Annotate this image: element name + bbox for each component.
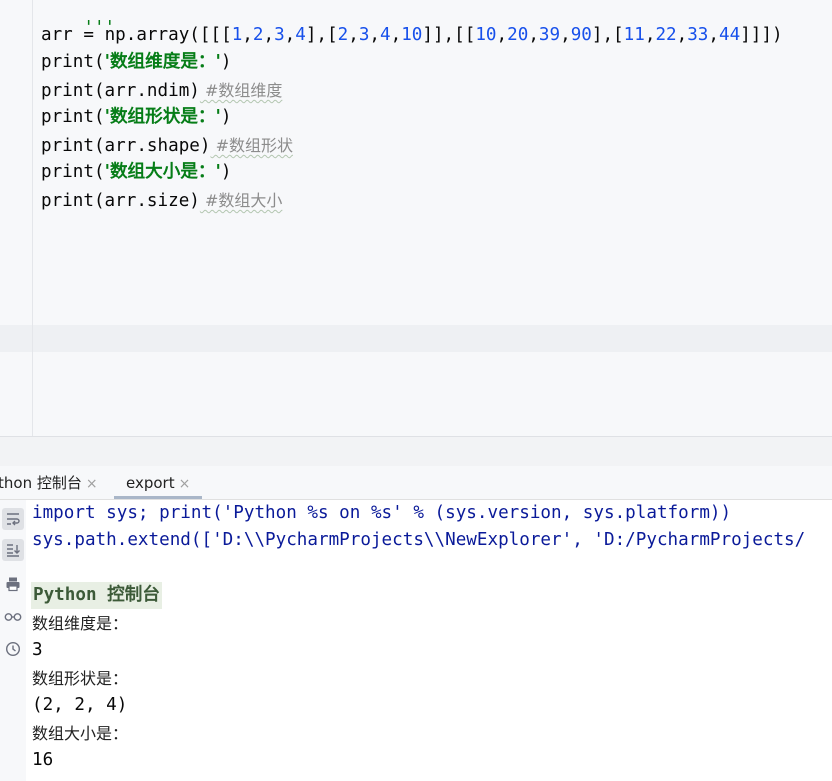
print-call: print( bbox=[41, 52, 105, 72]
code-line-1[interactable]: arr = np.array([[[1,2,3,4],[2,3,4,10]],[… bbox=[41, 22, 783, 49]
print-call: print( bbox=[41, 107, 105, 127]
console-banner: Python 控制台 bbox=[31, 582, 162, 609]
console-output-line: 3 bbox=[32, 640, 43, 660]
print-call: print(arr.size) bbox=[41, 191, 200, 211]
comment: #数组维度 bbox=[199, 81, 283, 100]
number: 90 bbox=[570, 25, 592, 45]
number: 33 bbox=[687, 25, 709, 45]
console-toolbar bbox=[0, 500, 26, 781]
bracket: [[[ bbox=[199, 25, 232, 45]
string-literal: '数组维度是：' bbox=[104, 52, 221, 72]
soft-wrap-icon[interactable] bbox=[2, 508, 24, 530]
scroll-to-end-icon[interactable] bbox=[2, 539, 24, 561]
console-command-line: import sys; print('Python %s on %s' % (s… bbox=[32, 503, 732, 523]
print-call: print(arr.shape) bbox=[41, 136, 211, 156]
number: 3 bbox=[274, 25, 285, 45]
number: 22 bbox=[655, 25, 677, 45]
code-line-3[interactable]: print(arr.ndim) #数组维度 bbox=[41, 77, 282, 104]
code-line-docstring[interactable]: ''' bbox=[41, 0, 115, 38]
comment: #数组形状 bbox=[210, 136, 293, 155]
print-call: print(arr.ndim) bbox=[41, 81, 200, 101]
code-line-4[interactable]: print('数组形状是：') bbox=[41, 104, 232, 131]
number: 2 bbox=[337, 25, 349, 45]
var-arr: arr bbox=[41, 25, 73, 45]
bracket: ]],[[ bbox=[422, 25, 476, 45]
number: 4 bbox=[295, 25, 306, 45]
console-output-line: 数组维度是： bbox=[32, 614, 129, 633]
number: 1 bbox=[231, 25, 243, 45]
bracket: ],[ bbox=[591, 25, 624, 45]
console-output-line: 数组大小是： bbox=[32, 724, 129, 743]
comma: , bbox=[644, 25, 656, 45]
comma: , bbox=[242, 25, 253, 45]
comma: , bbox=[284, 25, 296, 45]
tab-label: export bbox=[126, 474, 175, 492]
glasses-icon[interactable] bbox=[2, 605, 24, 627]
console-output-line: 16 bbox=[32, 750, 54, 770]
close-icon[interactable]: × bbox=[179, 476, 191, 492]
number: 20 bbox=[507, 25, 529, 45]
console-output-line: (2, 2, 4) bbox=[32, 695, 128, 715]
console-command-line: sys.path.extend(['D:\\PycharmProjects\\N… bbox=[32, 530, 806, 550]
panel-splitter[interactable] bbox=[0, 436, 832, 467]
assign-op: = bbox=[72, 25, 105, 45]
print-icon[interactable] bbox=[2, 573, 24, 595]
comma: , bbox=[390, 25, 402, 45]
comma: , bbox=[708, 25, 719, 45]
print-call: print( bbox=[41, 162, 105, 182]
string-literal: '数组大小是：' bbox=[104, 162, 221, 182]
console-output-line: 数组形状是： bbox=[32, 669, 129, 688]
number: 2 bbox=[252, 25, 264, 45]
code-line-2[interactable]: print('数组维度是：') bbox=[41, 49, 232, 76]
code-line-6[interactable]: print('数组大小是：') bbox=[41, 159, 232, 186]
history-icon[interactable] bbox=[2, 638, 24, 660]
number: 4 bbox=[380, 25, 391, 45]
comma: , bbox=[263, 25, 275, 45]
comma: , bbox=[348, 25, 359, 45]
number: 39 bbox=[538, 25, 561, 45]
comment: #数组大小 bbox=[199, 191, 283, 210]
bracket: ]]]) bbox=[740, 25, 783, 45]
number: 10 bbox=[475, 25, 497, 45]
tab-python-console[interactable]: thon 控制台 × bbox=[0, 466, 98, 499]
number: 11 bbox=[623, 25, 645, 45]
tab-label: thon 控制台 bbox=[0, 474, 82, 492]
code-line-7[interactable]: print(arr.size) #数组大小 bbox=[41, 187, 282, 214]
close-icon[interactable]: × bbox=[86, 476, 98, 492]
code-editor[interactable]: ''' arr = np.array([[[1,2,3,4],[2,3,4,10… bbox=[0, 0, 832, 436]
string-literal: '数组形状是：' bbox=[104, 107, 221, 127]
paren: ) bbox=[220, 162, 232, 182]
paren: ) bbox=[220, 52, 232, 72]
number: 10 bbox=[401, 25, 423, 45]
np-array-call: np.array( bbox=[104, 25, 200, 45]
number: 44 bbox=[719, 25, 741, 45]
comma: , bbox=[496, 25, 508, 45]
current-line-highlight bbox=[0, 325, 832, 352]
tab-export[interactable]: export × bbox=[114, 466, 203, 499]
comma: , bbox=[676, 25, 688, 45]
editor-gutter-divider bbox=[32, 0, 33, 436]
comma: , bbox=[528, 25, 539, 45]
bracket: ],[ bbox=[305, 25, 338, 45]
console-tab-bar: thon 控制台 × export × bbox=[0, 466, 832, 500]
number: 3 bbox=[358, 25, 370, 45]
paren: ) bbox=[220, 107, 232, 127]
code-line-5[interactable]: print(arr.shape) #数组形状 bbox=[41, 132, 293, 159]
comma: , bbox=[560, 25, 571, 45]
comma: , bbox=[369, 25, 380, 45]
